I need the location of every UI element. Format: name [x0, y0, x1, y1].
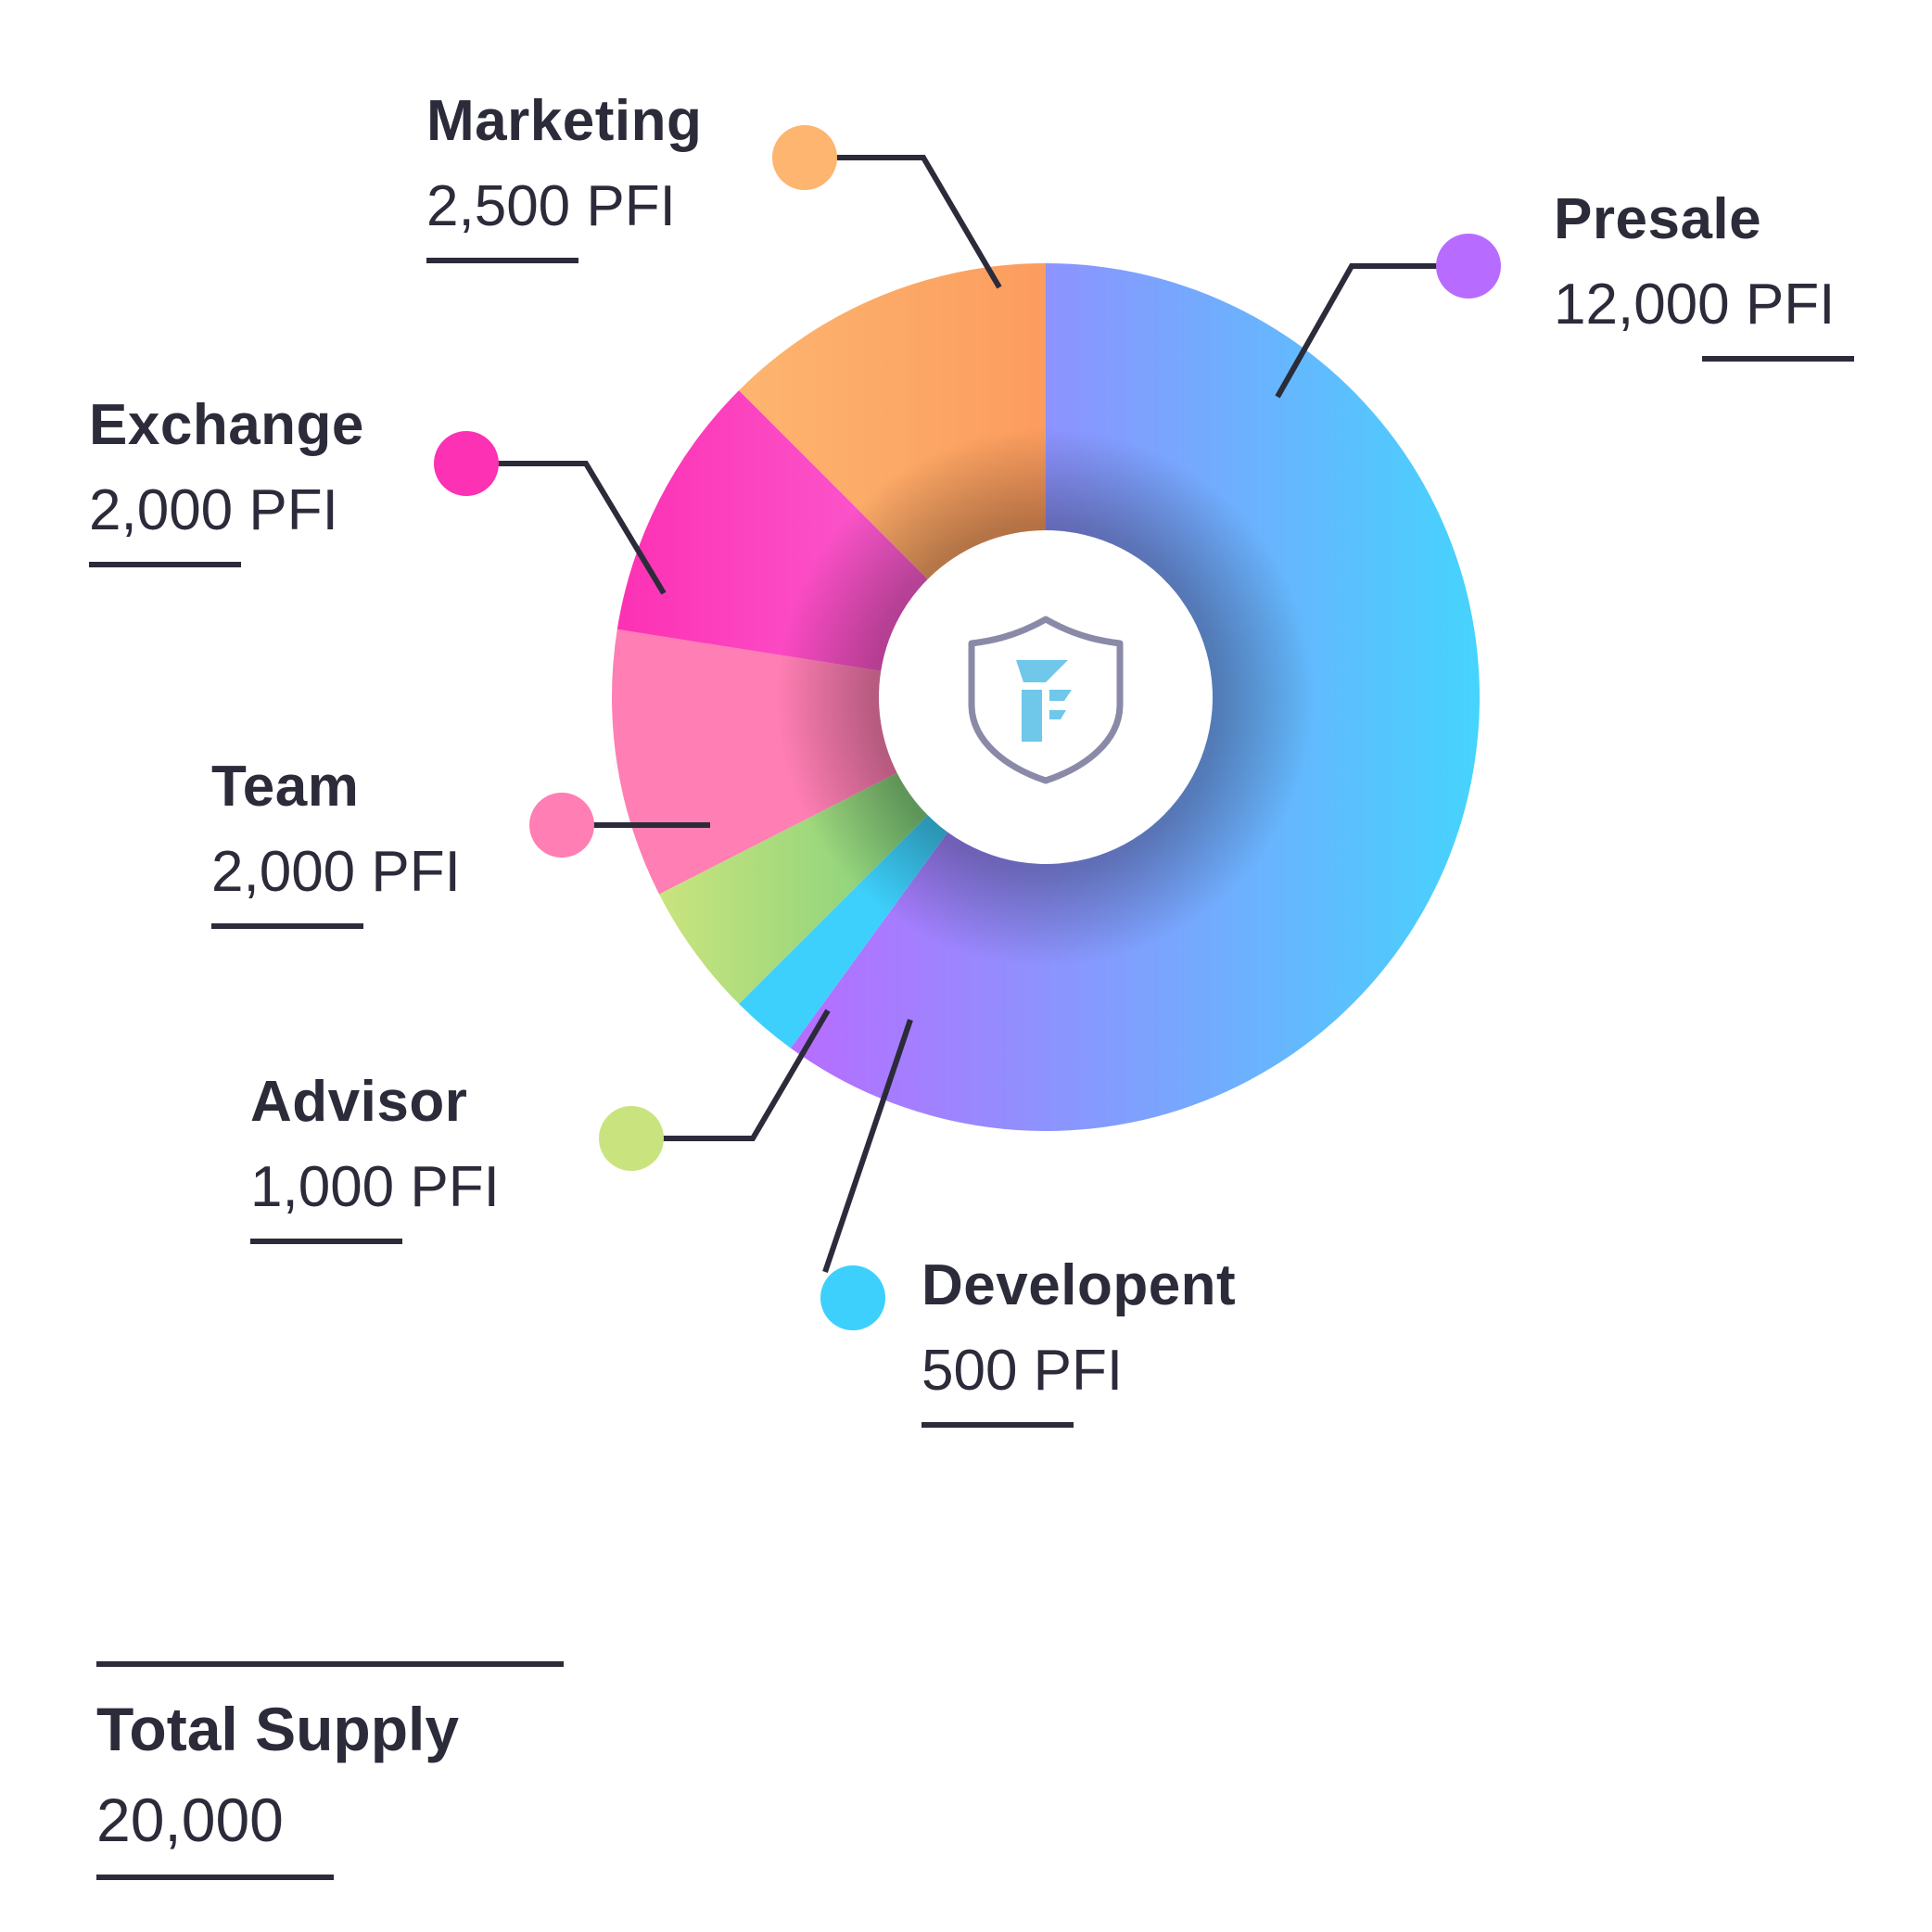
legend-dot-presale [1436, 234, 1501, 299]
legend-dot-developent [820, 1265, 885, 1330]
label-underline [426, 258, 578, 263]
slice-name: Marketing [426, 89, 703, 153]
total-top-rule [96, 1661, 564, 1667]
slice-name: Presale [1554, 187, 1762, 251]
center-hole [881, 532, 1211, 862]
label-developent: Developent 500 PFI [922, 1257, 1236, 1428]
label-underline [1702, 356, 1854, 362]
label-underline [922, 1422, 1074, 1428]
legend-dot-exchange [434, 431, 499, 496]
slice-name: Team [211, 755, 360, 819]
label-underline [211, 923, 363, 929]
slice-value: 1,000 PFI [250, 1155, 500, 1219]
slice-value: 2,500 PFI [426, 174, 676, 238]
label-presale: Presale 12,000 PFI [1554, 191, 1854, 362]
slice-name: Advisor [250, 1070, 468, 1134]
label-exchange: Exchange 2,000 PFI [89, 397, 364, 567]
total-supply-label: Total Supply [96, 1695, 460, 1763]
leader-line-marketing [829, 155, 1002, 289]
legend-dot-advisor [599, 1106, 664, 1171]
label-advisor: Advisor 1,000 PFI [250, 1074, 500, 1244]
total-supply-value: 20,000 [96, 1786, 284, 1854]
total-supply: Total Supply 20,000 [96, 1661, 564, 1880]
slice-value: 12,000 PFI [1554, 273, 1836, 337]
legend-dot-team [529, 793, 594, 858]
label-underline [250, 1239, 402, 1244]
label-underline [89, 562, 241, 567]
slice-value: 2,000 PFI [211, 840, 461, 904]
slice-name: Exchange [89, 393, 364, 457]
label-marketing: Marketing 2,500 PFI [426, 93, 702, 263]
legend-dot-marketing [772, 125, 837, 190]
slice-value: 500 PFI [922, 1339, 1124, 1403]
slice-name: Developent [922, 1253, 1237, 1317]
label-team: Team 2,000 PFI [211, 758, 461, 929]
total-underline [96, 1875, 334, 1880]
slice-value: 2,000 PFI [89, 478, 338, 542]
